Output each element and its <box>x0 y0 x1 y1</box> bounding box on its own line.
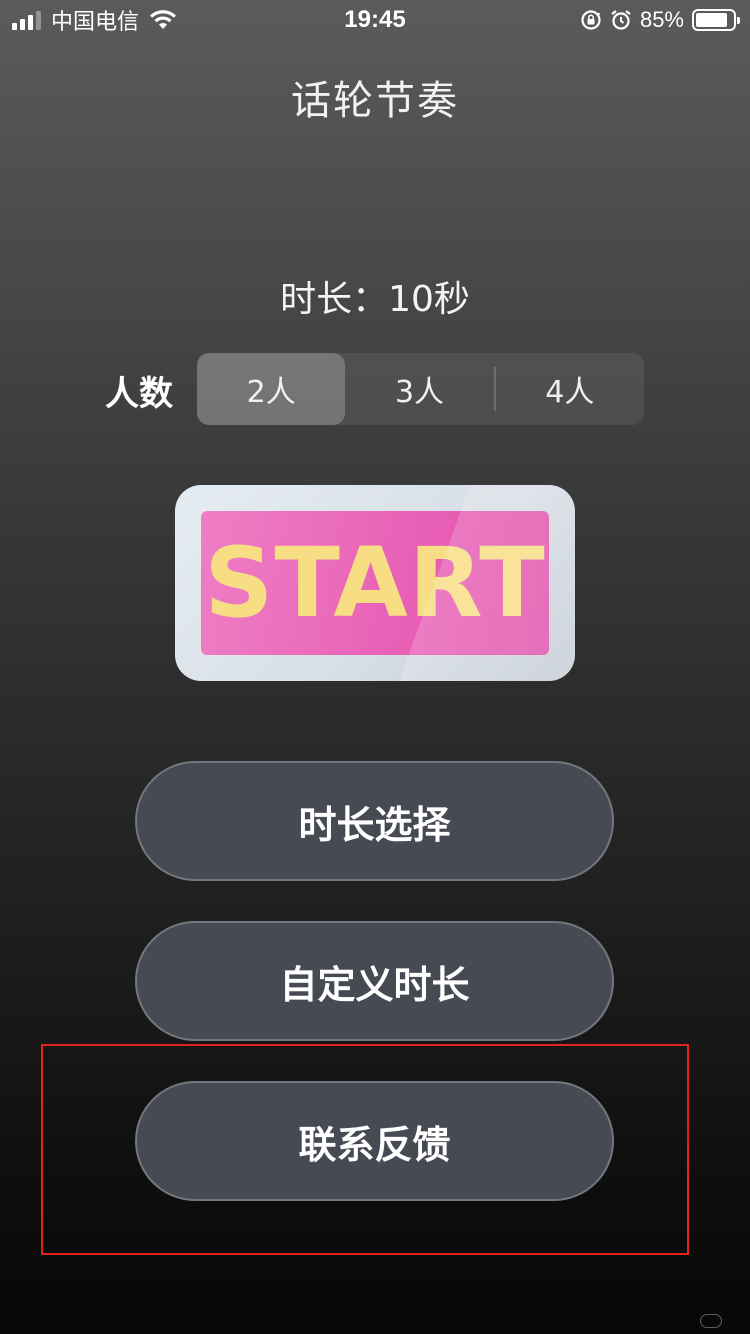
status-bar: 中国电信 19:45 85% <box>0 0 750 40</box>
start-label: START <box>204 527 546 639</box>
battery-level <box>696 13 727 27</box>
alarm-icon <box>611 10 631 30</box>
duration-display: 时长：10秒 <box>280 279 470 320</box>
rotation-lock-icon <box>581 10 601 30</box>
player-count-selector: 2人 3人 4人 <box>197 353 644 425</box>
battery-icon <box>692 9 740 31</box>
player-option-3[interactable]: 3人 <box>345 353 493 425</box>
start-button-face: START <box>201 511 549 655</box>
watermark-logo <box>700 1314 722 1328</box>
player-option-2[interactable]: 2人 <box>197 353 346 425</box>
player-count-label: 人数 <box>105 374 173 414</box>
page-title: 话轮节奏 <box>291 78 459 124</box>
player-option-4[interactable]: 4人 <box>496 353 644 425</box>
status-right: 85% <box>580 6 740 34</box>
highlight-box <box>41 1044 689 1255</box>
duration-select-button[interactable]: 时长选择 <box>135 761 614 881</box>
battery-percent: 85% <box>639 7 684 32</box>
start-button[interactable]: START <box>175 485 575 681</box>
custom-duration-button[interactable]: 自定义时长 <box>135 921 614 1041</box>
